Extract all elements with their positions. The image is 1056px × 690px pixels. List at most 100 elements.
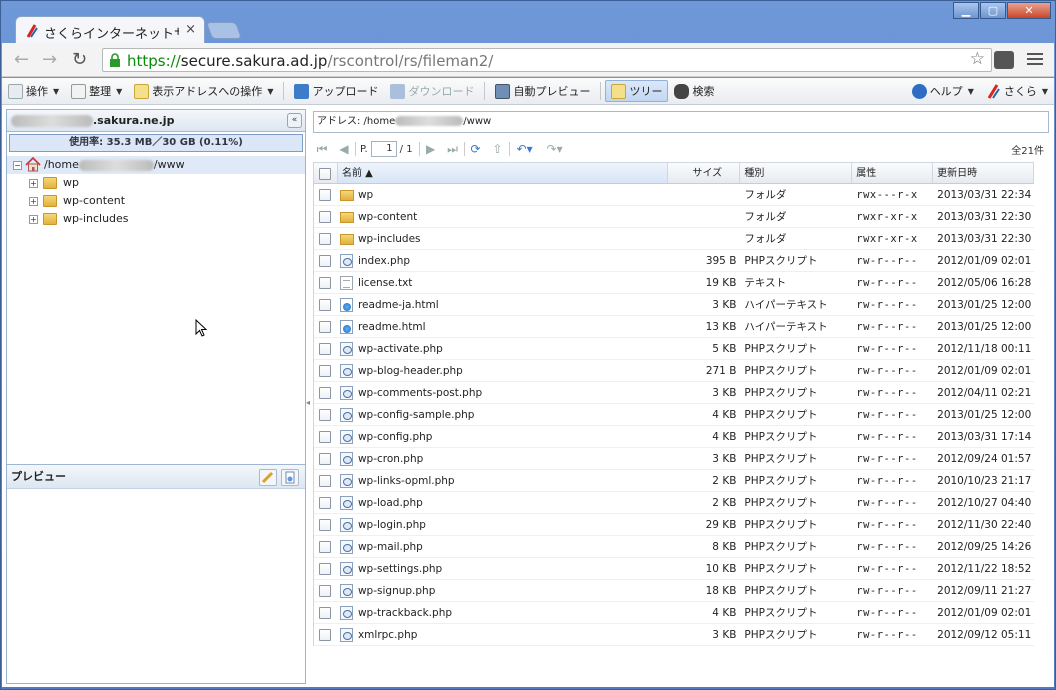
expand-toggle-icon[interactable]: + xyxy=(29,197,38,206)
bookmark-star-icon[interactable]: ☆ xyxy=(970,49,985,69)
tree-item-wp-content[interactable]: + wp-content xyxy=(7,192,305,210)
file-row[interactable]: wp-cron.php 3 KB PHPスクリプト rw-r--r-- 2012/09/… xyxy=(314,448,1034,470)
row-checkbox[interactable] xyxy=(319,607,331,619)
file-name-cell[interactable]: wp xyxy=(338,184,669,205)
file-row[interactable]: wp-includes フォルダ rwxr-xr-x 2013/03/31 22:30 xyxy=(314,228,1034,250)
row-checkbox[interactable] xyxy=(319,299,331,311)
file-name-cell[interactable]: wp-config-sample.php xyxy=(338,404,669,425)
tree-item-wp-includes[interactable]: + wp-includes xyxy=(7,210,305,228)
file-row[interactable]: wp-blog-header.php 271 B PHPスクリプト rw-r--r--… xyxy=(314,360,1034,382)
file-row[interactable]: readme.html 13 KB ハイパーテキスト rw-r--r-- 2013/01… xyxy=(314,316,1034,338)
menu-icon[interactable] xyxy=(1027,51,1043,67)
splitter-handle[interactable]: ◂ xyxy=(306,398,310,407)
first-page-icon[interactable]: ⏮ xyxy=(315,142,329,156)
tree-item-wp[interactable]: + wp xyxy=(7,174,305,192)
search-button[interactable]: 検索 xyxy=(668,80,720,102)
file-name-cell[interactable]: wp-content xyxy=(338,206,669,227)
auto-preview-button[interactable]: 自動プレビュー xyxy=(489,80,596,102)
url-bar[interactable]: https://secure.sakura.ad.jp/rscontrol/rs… xyxy=(102,48,992,72)
file-row[interactable]: wp-comments-post.php 3 KB PHPスクリプト rw-r--r-… xyxy=(314,382,1034,404)
file-row[interactable]: wp-mail.php 8 KB PHPスクリプト rw-r--r-- 2012/09/… xyxy=(314,536,1034,558)
file-name-cell[interactable]: wp-comments-post.php xyxy=(338,382,669,403)
file-row[interactable]: index.php 395 B PHPスクリプト rw-r--r-- 2012/01/0… xyxy=(314,250,1034,272)
refresh-icon[interactable]: ⟳ xyxy=(469,142,483,156)
file-row[interactable]: wp-links-opml.php 2 KB PHPスクリプト rw-r--r-- 20… xyxy=(314,470,1034,492)
browser-tab[interactable]: さくらインターネットサ… × xyxy=(15,16,205,44)
page-number-input[interactable]: 1 xyxy=(370,141,397,157)
address-ops-menu[interactable]: 表示アドレスへの操作 ▼ xyxy=(128,80,279,102)
file-row[interactable]: wp-content フォルダ rwxr-xr-x 2013/03/31 22:30 xyxy=(314,206,1034,228)
row-checkbox[interactable] xyxy=(319,189,331,201)
file-row[interactable]: wp-load.php 2 KB PHPスクリプト rw-r--r-- 2012/10/… xyxy=(314,492,1034,514)
file-name-cell[interactable]: wp-links-opml.php xyxy=(338,470,669,491)
back-history-icon[interactable]: ↶▾ xyxy=(514,142,536,156)
column-date[interactable]: 更新日時 xyxy=(933,163,1035,183)
file-name-cell[interactable]: wp-login.php xyxy=(338,514,669,535)
file-row[interactable]: wp-login.php 29 KB PHPスクリプト rw-r--r-- 2012/1… xyxy=(314,514,1034,536)
file-name-cell[interactable]: xmlrpc.php xyxy=(338,624,669,645)
file-row[interactable]: wp フォルダ rwx---r-x 2013/03/31 22:34 xyxy=(314,184,1034,206)
new-tab-button[interactable] xyxy=(205,22,243,39)
column-type[interactable]: 種別 xyxy=(740,163,853,183)
file-row[interactable]: license.txt 19 KB テキスト rw-r--r-- 2012/05/06 … xyxy=(314,272,1034,294)
row-checkbox[interactable] xyxy=(319,211,331,223)
address-field[interactable]: アドレス: /home/www xyxy=(313,111,1049,133)
file-row[interactable]: xmlrpc.php 3 KB PHPスクリプト rw-r--r-- 2012/09/1… xyxy=(314,624,1034,646)
row-checkbox[interactable] xyxy=(319,563,331,575)
file-name-cell[interactable]: readme-ja.html xyxy=(338,294,669,315)
parent-folder-icon[interactable]: ⇧ xyxy=(491,142,505,156)
file-name-cell[interactable]: wp-mail.php xyxy=(338,536,669,557)
file-name-cell[interactable]: wp-trackback.php xyxy=(338,602,669,623)
file-row[interactable]: wp-config.php 4 KB PHPスクリプト rw-r--r-- 2013/0… xyxy=(314,426,1034,448)
row-checkbox[interactable] xyxy=(319,233,331,245)
row-checkbox[interactable] xyxy=(319,387,331,399)
row-checkbox[interactable] xyxy=(319,321,331,333)
row-checkbox[interactable] xyxy=(319,365,331,377)
forward-icon[interactable]: → xyxy=(42,49,57,70)
select-all-checkbox[interactable] xyxy=(319,168,331,180)
row-checkbox[interactable] xyxy=(319,343,331,355)
file-row[interactable]: wp-settings.php 10 KB PHPスクリプト rw-r--r-- 201… xyxy=(314,558,1034,580)
file-name-cell[interactable]: wp-blog-header.php xyxy=(338,360,669,381)
next-page-icon[interactable]: ▶ xyxy=(424,142,438,156)
help-menu[interactable]: ヘルプ ▼ xyxy=(906,80,980,102)
tree-root[interactable]: − /home/www xyxy=(7,156,305,174)
collapse-panel-button[interactable]: « xyxy=(287,113,302,128)
file-name-cell[interactable]: wp-load.php xyxy=(338,492,669,513)
collapse-toggle-icon[interactable]: − xyxy=(13,161,22,170)
file-row[interactable]: wp-config-sample.php 4 KB PHPスクリプト rw-r--r-… xyxy=(314,404,1034,426)
column-size[interactable]: サイズ xyxy=(668,163,741,183)
operation-menu[interactable]: 操作 ▼ xyxy=(2,80,65,102)
file-name-cell[interactable]: wp-config.php xyxy=(338,426,669,447)
expand-toggle-icon[interactable]: + xyxy=(29,215,38,224)
row-checkbox[interactable] xyxy=(319,255,331,267)
maximize-button[interactable]: ▢ xyxy=(980,2,1006,19)
file-row[interactable]: readme-ja.html 3 KB ハイパーテキスト rw-r--r-- 2013/… xyxy=(314,294,1034,316)
row-checkbox[interactable] xyxy=(319,541,331,553)
reload-icon[interactable]: ↻ xyxy=(72,49,87,70)
file-name-cell[interactable]: wp-signup.php xyxy=(338,580,669,601)
row-checkbox[interactable] xyxy=(319,519,331,531)
download-button[interactable]: ダウンロード xyxy=(384,80,480,102)
file-name-cell[interactable]: index.php xyxy=(338,250,669,271)
sakura-menu[interactable]: さくら ▼ xyxy=(980,80,1054,102)
row-checkbox[interactable] xyxy=(319,497,331,509)
file-name-cell[interactable]: wp-cron.php xyxy=(338,448,669,469)
edit-pencil-button[interactable] xyxy=(259,469,277,486)
file-name-cell[interactable]: wp-activate.php xyxy=(338,338,669,359)
row-checkbox[interactable] xyxy=(319,585,331,597)
file-row[interactable]: wp-signup.php 18 KB PHPスクリプト rw-r--r-- 2012/… xyxy=(314,580,1034,602)
row-checkbox[interactable] xyxy=(319,453,331,465)
file-row[interactable]: wp-trackback.php 4 KB PHPスクリプト rw-r--r-- 201… xyxy=(314,602,1034,624)
forward-history-icon[interactable]: ↷▾ xyxy=(544,142,566,156)
file-name-cell[interactable]: license.txt xyxy=(338,272,669,293)
row-checkbox[interactable] xyxy=(319,409,331,421)
row-checkbox[interactable] xyxy=(319,277,331,289)
row-checkbox[interactable] xyxy=(319,629,331,641)
file-name-cell[interactable]: wp-includes xyxy=(338,228,669,249)
file-name-cell[interactable]: readme.html xyxy=(338,316,669,337)
preview-window-button[interactable] xyxy=(281,469,299,486)
close-window-button[interactable]: ✕ xyxy=(1007,2,1051,19)
last-page-icon[interactable]: ⏭ xyxy=(446,142,460,156)
extension-icon[interactable] xyxy=(994,51,1014,69)
